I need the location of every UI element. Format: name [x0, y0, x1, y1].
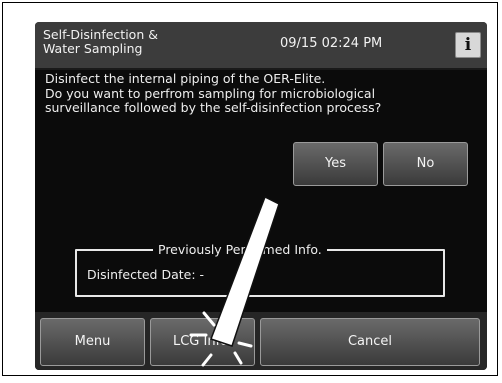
touch-screen: Self-Disinfection & Water Sampling 09/15…: [35, 22, 487, 370]
lcg-info-button[interactable]: LCG Info.: [150, 318, 255, 366]
message-line: Disinfect the internal piping of the OER…: [45, 71, 326, 86]
header-bar: Self-Disinfection & Water Sampling 09/15…: [35, 22, 487, 70]
menu-button[interactable]: Menu: [40, 318, 145, 366]
prompt-message: Disinfect the internal piping of the OER…: [45, 71, 485, 116]
info-icon[interactable]: i: [455, 32, 481, 58]
datetime-display: 09/15 02:24 PM: [280, 36, 383, 51]
no-button[interactable]: No: [383, 142, 468, 186]
yes-button[interactable]: Yes: [293, 142, 378, 186]
disinfected-date: Disinfected Date: -: [87, 267, 205, 282]
screen-title: Self-Disinfection & Water Sampling: [43, 27, 158, 56]
previous-info-panel: Previously Performed Info. Disinfected D…: [75, 242, 445, 297]
message-line: Do you want to perfrom sampling for micr…: [45, 85, 376, 101]
message-line: surveillance followed by the self-disinf…: [45, 100, 382, 115]
info-panel-title: Previously Performed Info.: [153, 242, 327, 258]
cancel-button[interactable]: Cancel: [260, 318, 480, 366]
figure-frame: Self-Disinfection & Water Sampling 09/15…: [2, 2, 498, 376]
